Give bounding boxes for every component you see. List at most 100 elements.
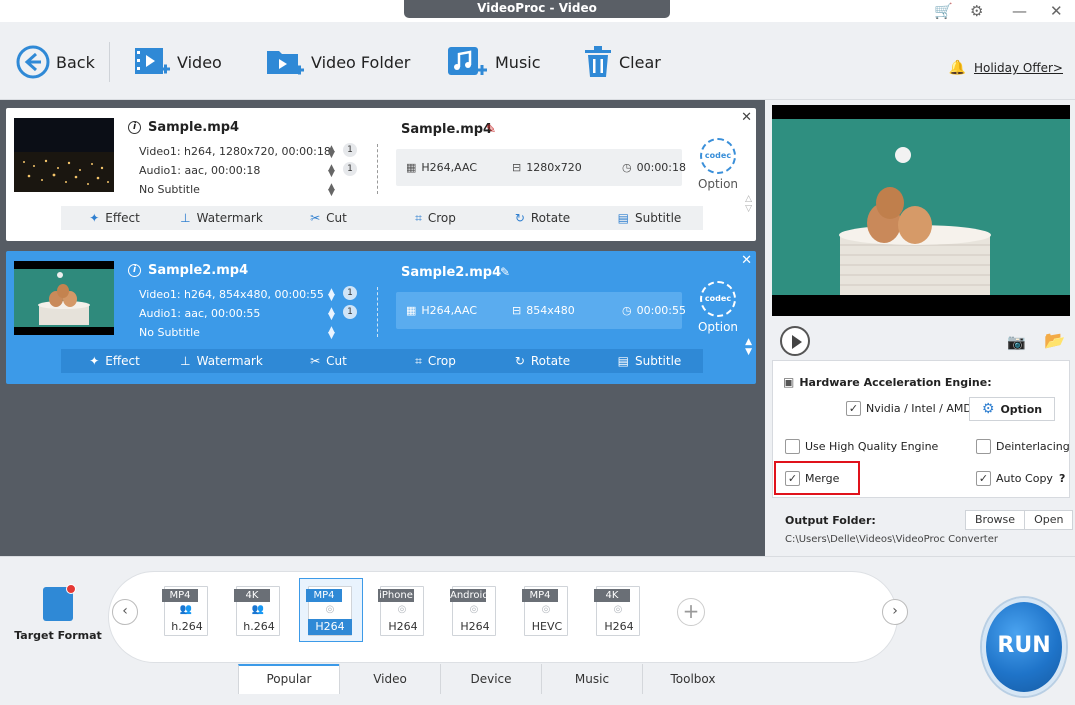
audio-track-info[interactable]: Audio1: aac, 00:00:55 — [139, 307, 260, 320]
disc-icon: ◎ — [397, 604, 407, 615]
tab-music[interactable]: Music — [541, 664, 642, 694]
rotate-button[interactable]: ↻ Rotate — [489, 206, 596, 230]
video-track-info[interactable]: Video1: h264, 854x480, 00:00:55 — [139, 288, 324, 301]
hw-option-button[interactable]: ⚙ Option — [969, 397, 1055, 421]
add-video-folder-button[interactable]: Video Folder — [265, 44, 410, 80]
camera-icon[interactable]: 📷 — [1007, 333, 1026, 351]
video-item-card[interactable]: ✕ i Sample.mp4 Video1: h264, 1280x720, 00… — [6, 108, 756, 241]
format-mp4-hevc[interactable]: MP4 ◎ HEVC — [522, 586, 568, 636]
add-video-button[interactable]: Video — [133, 44, 222, 80]
video-thumbnail[interactable] — [14, 118, 114, 192]
tab-popular[interactable]: Popular — [238, 664, 339, 694]
clear-label: Clear — [619, 52, 661, 72]
video-item-card-selected[interactable]: ✕ i Sample2.mp4 Video1: h264, 854x480, 00… — [6, 251, 756, 384]
format-android-h264[interactable]: Android ◎ H264 — [450, 586, 496, 636]
info-icon[interactable]: i — [128, 121, 141, 134]
close-icon[interactable]: ✕ — [1050, 2, 1063, 20]
rename-pencil-icon[interactable]: ✎ — [500, 265, 510, 279]
format-prev-arrow[interactable]: ‹ — [112, 599, 138, 625]
play-button[interactable] — [780, 326, 810, 356]
crop-button[interactable]: ⌗ Crop — [382, 206, 489, 230]
cut-button[interactable]: ✂ Cut — [275, 206, 382, 230]
subtitle-button[interactable]: ▤ Subtitle — [596, 349, 703, 373]
audio-track-info[interactable]: Audio1: aac, 00:00:18 — [139, 164, 260, 177]
auto-copy-checkbox[interactable]: ✓ — [976, 471, 991, 486]
browse-button[interactable]: Browse — [966, 511, 1024, 529]
clear-button[interactable]: Clear — [583, 44, 661, 80]
hw-option-row[interactable]: ✓ Nvidia / Intel / AMD — [846, 401, 972, 416]
reorder-arrows[interactable]: △ ▽ — [745, 194, 752, 214]
minimize-icon[interactable]: — — [1012, 2, 1027, 20]
high-quality-checkbox[interactable] — [785, 439, 800, 454]
window-title: VideoProc - Video — [404, 0, 670, 18]
help-icon[interactable]: ? — [1059, 472, 1065, 485]
stamp-icon: ⊥ — [180, 211, 191, 225]
add-music-button[interactable]: Music — [447, 44, 541, 80]
info-icon[interactable]: i — [128, 264, 141, 277]
effect-button[interactable]: ✦ Effect — [61, 349, 168, 373]
stamp-icon: ⊥ — [180, 354, 191, 368]
cut-button[interactable]: ✂ Cut — [275, 349, 382, 373]
auto-copy-row[interactable]: ✓ Auto Copy ? — [976, 471, 1065, 486]
target-format-section[interactable]: Target Format — [14, 584, 102, 642]
title-bar: VideoProc - Video 🛒 ⚙ — ✕ — [0, 0, 1075, 22]
cart-icon[interactable]: 🛒 — [934, 2, 953, 20]
folder-buttons: Browse Open — [965, 510, 1074, 530]
subtitle-track-info[interactable]: No Subtitle — [139, 183, 200, 196]
video-label: Video — [177, 52, 222, 72]
open-button[interactable]: Open — [1024, 511, 1072, 529]
subtitle-track-spinner[interactable]: ▲ ▼ — [328, 326, 335, 341]
subtitle-button[interactable]: ▤ Subtitle — [596, 206, 703, 230]
subtitle-track-info[interactable]: No Subtitle — [139, 326, 200, 339]
audio-track-spinner[interactable]: ▲ ▼ — [328, 164, 335, 179]
high-quality-row[interactable]: Use High Quality Engine — [785, 439, 938, 454]
video-preview[interactable] — [772, 105, 1070, 316]
format-next-arrow[interactable]: › — [882, 599, 908, 625]
watermark-button[interactable]: ⊥ Watermark — [168, 349, 275, 373]
effect-button[interactable]: ✦ Effect — [61, 206, 168, 230]
format-mp4-h264-selected[interactable]: MP4 ◎ H264 — [306, 586, 352, 636]
crop-button[interactable]: ⌗ Crop — [382, 349, 489, 373]
video-track-info[interactable]: Video1: h264, 1280x720, 00:00:18 — [139, 145, 331, 158]
remove-item-icon[interactable]: ✕ — [741, 253, 752, 268]
codec-option-label: Option — [697, 320, 739, 334]
codec-option-button[interactable]: codec Option — [696, 281, 740, 334]
watermark-button[interactable]: ⊥ Watermark — [168, 206, 275, 230]
clock-icon: ◷ — [622, 161, 632, 174]
format-4k-h264[interactable]: 4K 👥 h.264 — [234, 586, 280, 636]
video-thumbnail[interactable] — [14, 261, 114, 335]
music-label: Music — [495, 52, 541, 72]
subtitle-track-spinner[interactable]: ▲ ▼ — [328, 183, 335, 198]
video-track-spinner[interactable]: ▲ ▼ — [328, 288, 335, 303]
tab-video[interactable]: Video — [339, 664, 440, 694]
disc-icon: ◎ — [325, 604, 335, 615]
hw-checkbox[interactable]: ✓ — [846, 401, 861, 416]
magic-wand-icon: ✦ — [89, 354, 100, 368]
deinterlacing-checkbox[interactable] — [976, 439, 991, 454]
tab-toolbox[interactable]: Toolbox — [642, 664, 743, 694]
codec-option-button[interactable]: codec Option — [696, 138, 740, 191]
add-format-button[interactable]: + — [677, 598, 705, 626]
rotate-button[interactable]: ↻ Rotate — [489, 349, 596, 373]
holiday-offer-link[interactable]: 🔔 Holiday Offer> — [949, 60, 1063, 76]
video-track-spinner[interactable]: ▲ ▼ — [328, 145, 335, 160]
reorder-arrows[interactable]: ▲ ▼ — [745, 337, 752, 357]
rename-pencil-icon[interactable]: ✎ — [486, 122, 496, 136]
video-track-count: 1 — [343, 143, 357, 157]
gear-icon[interactable]: ⚙ — [970, 2, 983, 20]
audio-track-count: 1 — [343, 305, 357, 319]
remove-item-icon[interactable]: ✕ — [741, 110, 752, 125]
format-4k-h264-2[interactable]: 4K ◎ H264 — [594, 586, 640, 636]
rotate-icon: ↻ — [514, 211, 525, 225]
run-button[interactable]: RUN — [982, 598, 1066, 696]
audio-track-spinner[interactable]: ▲ ▼ — [328, 307, 335, 322]
format-mp4-h264[interactable]: MP4 👥 h.264 — [162, 586, 208, 636]
video-folder-icon — [267, 51, 304, 75]
codec-icon: codec — [700, 138, 736, 174]
gear-icon: ⚙ — [981, 401, 995, 417]
back-button[interactable]: Back — [16, 44, 95, 80]
folder-open-icon[interactable]: 📂 — [1044, 331, 1065, 351]
format-iphone-h264[interactable]: iPhone ◎ H264 — [378, 586, 424, 636]
tab-device[interactable]: Device — [440, 664, 541, 694]
deinterlacing-row[interactable]: Deinterlacing — [976, 439, 1070, 454]
